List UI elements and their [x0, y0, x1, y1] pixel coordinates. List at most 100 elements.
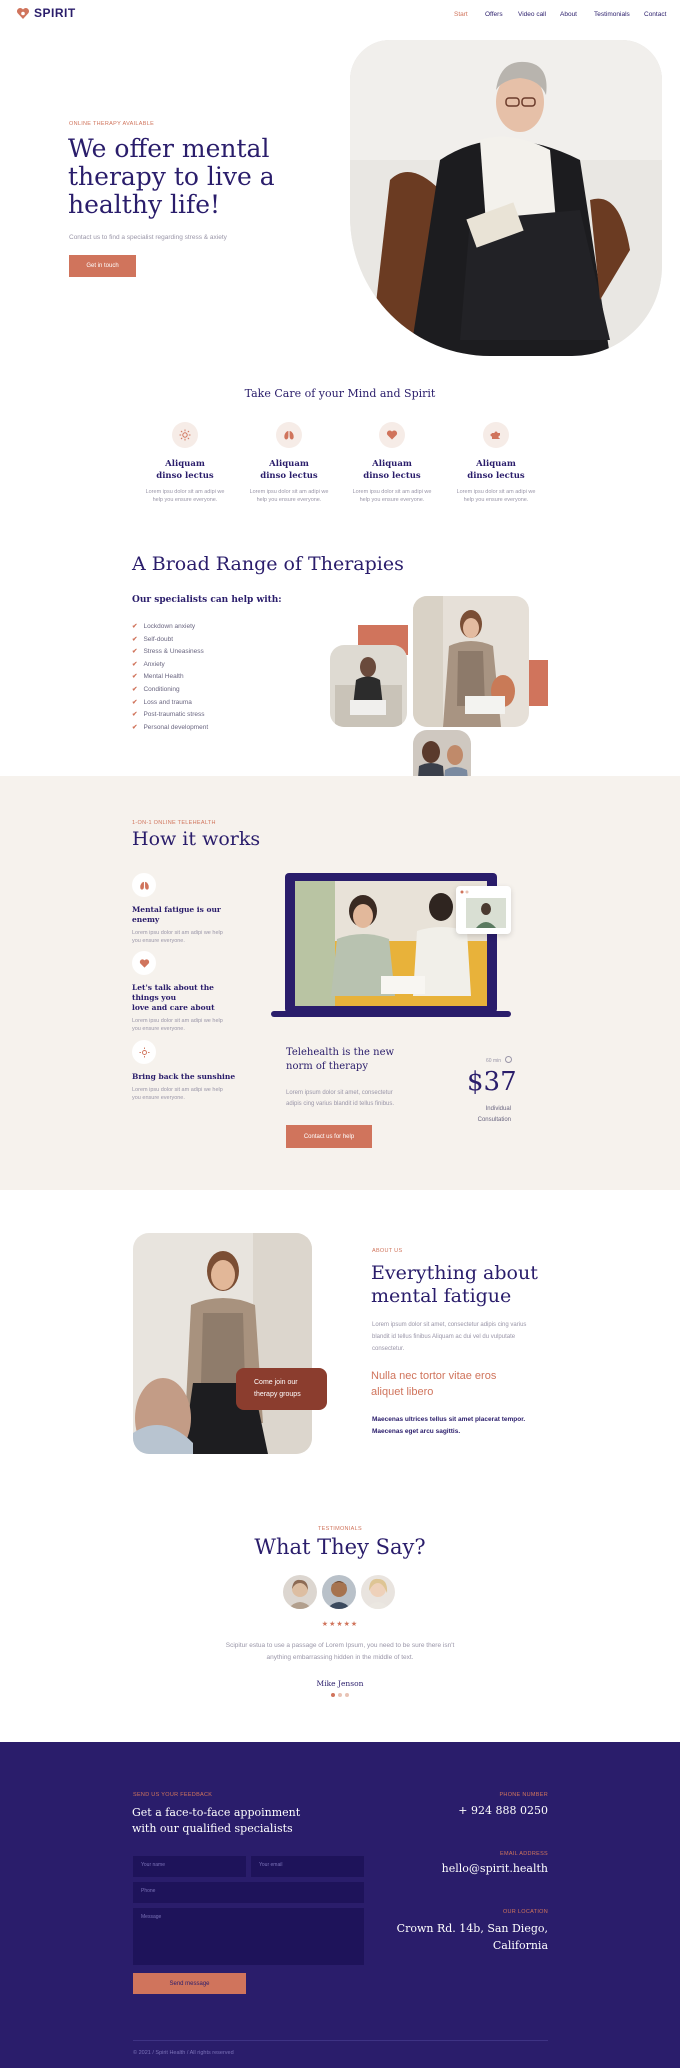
- step-title: Bring back the sunshine: [132, 1072, 236, 1081]
- feature-title: Aliquam: [165, 459, 205, 469]
- badge-line: therapy groups: [254, 1391, 301, 1398]
- how-step: Mental fatigue is our enemy Lorem ipsu d…: [132, 873, 242, 945]
- location-label: OUR LOCATION: [502, 1909, 548, 1915]
- feature-text: help you ensure everyone.: [463, 497, 529, 503]
- phone-field[interactable]: Phone: [133, 1882, 364, 1903]
- hero-eyebrow: ONLINE THERAPY AVAILABLE: [69, 121, 155, 127]
- footer-divider: [133, 2040, 548, 2041]
- avatar[interactable]: [361, 1575, 395, 1609]
- check-icon: ✔: [132, 648, 138, 656]
- about-text: Lorem ipsum dolor sit amet, consectetur …: [372, 1319, 526, 1355]
- testimonial-quote: Scipitur estua to use a passage of Lorem…: [0, 1640, 680, 1664]
- phone-number[interactable]: + 924 888 0250: [400, 1804, 548, 1817]
- name-field[interactable]: Your name: [133, 1856, 246, 1877]
- nav-contact[interactable]: Contact: [644, 11, 666, 18]
- step-text: you ensure everyone.: [132, 1095, 185, 1101]
- list-item: ✔ Anxiety: [132, 660, 165, 668]
- list-item: ✔ Mental Health: [132, 673, 184, 681]
- quote-line: anything embarrassing hidden in the midd…: [266, 1654, 414, 1661]
- email-field[interactable]: Your email: [251, 1856, 364, 1877]
- phone-label: PHONE NUMBER: [499, 1792, 548, 1798]
- message-field[interactable]: Message: [133, 1908, 364, 1965]
- how-eyebrow: 1-ON-1 ONLINE TELEHEALTH: [132, 820, 216, 826]
- check-icon: ✔: [132, 723, 138, 731]
- lungs-icon: [276, 422, 302, 448]
- feature-card: Aliquam dinso lectus Lorem ipsu dolor sit…: [135, 422, 235, 504]
- feature-title: Aliquam: [372, 459, 412, 469]
- nav-about[interactable]: About: [560, 11, 577, 18]
- avatar[interactable]: [283, 1575, 317, 1609]
- care-title: Take Care of your Mind and Spirit: [244, 387, 436, 400]
- about-title: Everything about mental fatigue: [371, 1262, 538, 1308]
- feature-text: Lorem ipsu dolor sit am adipi we: [352, 489, 432, 495]
- check-icon: ✔: [132, 623, 138, 630]
- about-eyebrow: ABOUT US: [372, 1248, 403, 1254]
- step-text: you ensure everyone.: [132, 1026, 185, 1032]
- copyright: © 2021 / Spirit Health / All rights rese…: [133, 2050, 234, 2056]
- location-line: Crown Rd. 14b, San Diego,: [396, 1922, 548, 1935]
- nav-testimonials[interactable]: Testimonials: [594, 11, 630, 18]
- check-icon: ✔: [132, 711, 138, 719]
- therapies-list: ✔ Lockdown anxiety ✔ Self-doubt ✔ Stress & …: [132, 621, 208, 734]
- about-highlight: Nulla nec tortor vitae eros aliquet libe…: [371, 1368, 496, 1400]
- check-icon: ✔: [132, 635, 138, 643]
- tele-title-line: norm of therapy: [286, 1061, 368, 1072]
- hero-title-line: therapy to live a: [68, 162, 275, 191]
- video-thumbnail[interactable]: [456, 886, 511, 934]
- list-item: ✔ Post-traumatic stress: [132, 711, 205, 719]
- feature-title: dinso lectus: [156, 471, 214, 481]
- testimonial-author: Mike Jenson: [316, 1679, 364, 1688]
- tele-title: Telehealth is the new norm of therapy: [286, 1046, 394, 1074]
- price: $37: [467, 1067, 517, 1097]
- nav-start[interactable]: Start: [454, 11, 468, 18]
- main-nav: Start Offers Video call About Testimonia…: [0, 11, 680, 21]
- step-text: Lorem ipsu dolor sit am adipi we help: [132, 1018, 223, 1024]
- avatar[interactable]: [322, 1575, 356, 1609]
- tele-text-line: Lorem ipsum dolor sit amet, consectetur: [286, 1090, 393, 1096]
- list-item: ✔ Conditioning: [132, 685, 180, 693]
- carousel-dot[interactable]: [338, 1693, 342, 1697]
- carousel-dot[interactable]: [331, 1693, 335, 1697]
- location-address: Crown Rd. 14b, San Diego, California: [380, 1920, 548, 1954]
- footer-title-line: with our qualified specialists: [132, 1822, 293, 1835]
- step-title: love and care about: [132, 1003, 215, 1012]
- footer-title: Get a face-to-face appoinment with our q…: [132, 1805, 300, 1837]
- nav-video-call[interactable]: Video call: [518, 11, 546, 18]
- about-title-line: Everything about: [371, 1262, 538, 1284]
- therapy-photo: [330, 645, 407, 727]
- send-message-button[interactable]: Send message: [133, 1973, 246, 1994]
- carousel-dot[interactable]: [345, 1693, 349, 1697]
- feature-card: Aliquam dinso lectus Lorem ipsu dolor sit…: [446, 422, 546, 504]
- feature-text: Lorem ipsu dolor sit am adipi we: [249, 489, 329, 495]
- badge-line: Come join our: [254, 1379, 298, 1386]
- hero-title: We offer mental therapy to live a health…: [68, 135, 275, 219]
- about-bold-text: Maecenas ultrices tellus sit amet placer…: [372, 1414, 525, 1438]
- footer-title-line: Get a face-to-face appoinment: [132, 1806, 301, 1819]
- contact-us-button[interactable]: Contact us for help: [286, 1125, 372, 1148]
- email-address[interactable]: hello@spirit.health: [400, 1862, 548, 1875]
- heart-icon: [132, 951, 156, 975]
- hero-title-line: healthy life!: [68, 190, 221, 219]
- therapies-subtitle: Our specialists can help with:: [132, 595, 282, 605]
- how-step: Bring back the sunshine Lorem ipsu dolor…: [132, 1040, 242, 1102]
- join-groups-badge[interactable]: Come join our therapy groups: [236, 1368, 327, 1410]
- about-text-line: blandit id tellus finibus Aliquam ac dui…: [372, 1334, 516, 1340]
- step-text: Lorem ipsu dolor sit am adipi we help: [132, 1087, 223, 1093]
- check-icon: ✔: [132, 698, 138, 706]
- get-in-touch-button[interactable]: Get in touch: [69, 255, 136, 277]
- feature-title: Aliquam: [476, 459, 516, 469]
- lungs-icon: [132, 873, 156, 897]
- list-item: ✔ Lockdown anxiety: [132, 623, 196, 630]
- highlight-line: aliquet libero: [371, 1386, 434, 1398]
- testimonials-eyebrow: TESTIMONIALS: [318, 1526, 362, 1532]
- therapy-photo: [413, 596, 529, 727]
- about-text-line: consectetur.: [372, 1346, 405, 1352]
- check-icon: ✔: [132, 685, 138, 693]
- tele-text-line: adipis cing varius blandit id tellus fin…: [286, 1101, 395, 1107]
- location-line: California: [492, 1939, 548, 1952]
- price-label-line: Individual: [485, 1106, 511, 1112]
- puzzle-icon: [483, 422, 509, 448]
- nav-offers[interactable]: Offers: [485, 11, 503, 18]
- sun-icon: [172, 422, 198, 448]
- feature-title: dinso lectus: [363, 471, 421, 481]
